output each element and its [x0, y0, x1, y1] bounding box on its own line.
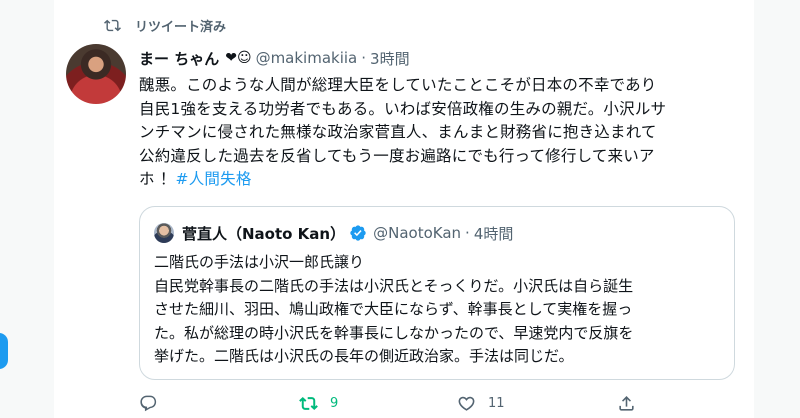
like-count: 11 — [488, 396, 505, 411]
quoted-text-line: 挙げた。二階氏は小沢氏の長年の側近政治家。手法は同じだ。 — [154, 347, 574, 365]
reply-icon — [140, 395, 157, 412]
author-display-name[interactable]: まー ちゃん — [139, 48, 219, 69]
tweet-text: 醜悪。このような人間が総理大臣をしていたことこそが日本の不幸であり 自民1強を支… — [139, 74, 744, 192]
hashtag-link[interactable]: #人間失格 — [176, 170, 252, 188]
left-gutter — [0, 0, 54, 418]
header-separator: · — [361, 49, 367, 67]
tweet-text-line: 自民1強を支える功労者でもある。いわば安倍政権の生みの親だ。小沢ルサ — [139, 99, 667, 118]
quoted-text-line: 二階氏の手法は小沢一郎氏譲り — [154, 253, 365, 271]
quoted-text-line: 自民党幹事長の二階氏の手法は小沢氏とそっくりだ。小沢氏は自ら誕生 — [154, 276, 634, 295]
quoted-avatar[interactable] — [154, 223, 174, 243]
quoted-text-line: た。私が総理の時小沢氏を幹事長にしなかったので、早速党内で反旗を — [154, 323, 634, 342]
tweet-text-line: ンチマンに侵された無様な政治家菅直人、まんまと財務省に抱き込まれて — [139, 123, 657, 141]
tweet[interactable]: リツイート済み まー ちゃん ❤︎☺ @makimakiia · 3時間 醜悪。… — [54, 0, 754, 418]
quoted-tweet-text: 二階氏の手法は小沢一郎氏譲り 自民党幹事長の二階氏の手法は小沢氏とそっくりだ。小… — [154, 251, 724, 369]
name-emoji: ❤︎☺ — [225, 50, 252, 66]
heart-icon — [458, 396, 475, 411]
tweet-timestamp[interactable]: 3時間 — [370, 48, 410, 69]
reply-button[interactable] — [139, 394, 170, 413]
retweet-count: 9 — [330, 396, 339, 411]
share-icon — [619, 396, 634, 411]
tweet-text-line-last: ホ ！#人間失格 — [139, 168, 744, 192]
retweet-button[interactable]: 9 — [299, 394, 338, 413]
quoted-tweet-timestamp[interactable]: 4時間 — [474, 223, 514, 244]
share-button[interactable] — [617, 394, 636, 413]
author-handle[interactable]: @makimakiia — [256, 49, 358, 67]
tweet-text-line: 醜悪。このような人間が総理大臣をしていたことこそが日本の不幸であり — [139, 76, 657, 94]
action-bar: 9 11 — [139, 394, 739, 418]
social-context-label: リツイート済み — [135, 19, 227, 35]
tweet-text-line: 公約違反した過去を反省してもう一度お遍路にでも行って修行して来いア — [139, 146, 655, 165]
social-context[interactable]: リツイート済み — [104, 14, 226, 36]
quoted-tweet-header: 菅直人（Naoto Kan） @NaotoKan · 4時間 — [154, 221, 513, 245]
tweet-text-tail: ホ ！ — [139, 170, 176, 188]
quoted-header-separator: · — [465, 224, 470, 242]
quoted-tweet[interactable]: 菅直人（Naoto Kan） @NaotoKan · 4時間 二階氏の手法は小沢… — [139, 206, 735, 380]
retweet-icon — [299, 397, 318, 410]
quoted-author-handle[interactable]: @NaotoKan — [373, 224, 461, 242]
quoted-text-line: させた細川、羽田、鳩山政権で大臣にならず、幹事長として実権を握っ — [154, 300, 633, 318]
right-gutter — [754, 0, 800, 418]
quoted-author-display-name[interactable]: 菅直人（Naoto Kan） — [182, 223, 345, 244]
like-button[interactable]: 11 — [457, 394, 505, 413]
verified-badge-icon — [350, 225, 366, 241]
edge-accent[interactable] — [0, 333, 8, 369]
retweet-icon — [104, 19, 121, 31]
tweet-header: まー ちゃん ❤︎☺ @makimakiia · 3時間 — [139, 46, 410, 70]
avatar[interactable] — [66, 44, 126, 104]
